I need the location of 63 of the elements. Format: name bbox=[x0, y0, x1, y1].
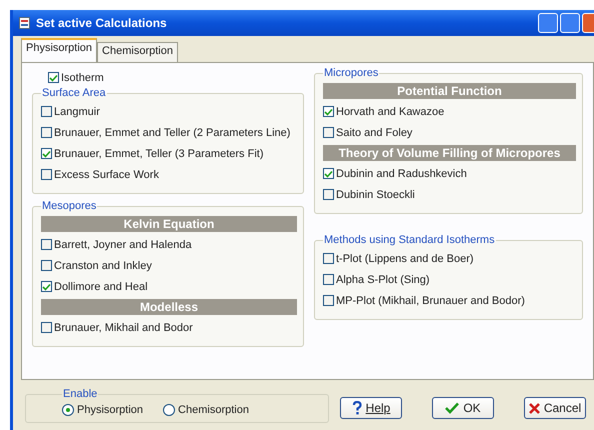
checkbox[interactable] bbox=[323, 189, 334, 200]
app-icon bbox=[19, 17, 30, 29]
checkbox-label[interactable]: t-Plot (Lippens and de Boer) bbox=[336, 252, 474, 264]
checkbox[interactable] bbox=[41, 260, 52, 271]
checkbox-label[interactable]: Isotherm bbox=[61, 72, 104, 84]
checkbox-label[interactable]: Langmuir bbox=[54, 106, 100, 118]
checkbox-label[interactable]: Cranston and Inkley bbox=[54, 260, 152, 272]
checkbox[interactable] bbox=[323, 106, 334, 117]
checkbox[interactable] bbox=[41, 127, 52, 138]
cross-icon bbox=[528, 402, 540, 414]
tab[interactable]: Chemisorption bbox=[97, 42, 178, 62]
checkbox-label[interactable]: Dollimore and Heal bbox=[54, 280, 148, 292]
section-header: Modelless bbox=[41, 299, 297, 315]
section-header: Kelvin Equation bbox=[41, 216, 297, 232]
radio-label[interactable]: Chemisorption bbox=[178, 404, 249, 416]
checkmark-icon bbox=[445, 402, 460, 414]
checkbox-label[interactable]: Dubinin and Radushkevich bbox=[336, 168, 467, 180]
radio-label[interactable]: Physisorption bbox=[77, 404, 144, 416]
group-title: Enable bbox=[62, 388, 98, 400]
group-title: Surface Area bbox=[41, 87, 107, 99]
group-title: Methods using Standard Isotherms bbox=[323, 234, 496, 246]
checkbox[interactable] bbox=[48, 72, 59, 83]
checkmark-icon bbox=[324, 170, 333, 178]
checkbox[interactable] bbox=[323, 274, 334, 285]
ok-button[interactable]: OK bbox=[432, 397, 494, 419]
checkbox-label[interactable]: Brunauer, Emmet, Teller (3 Parameters Fit) bbox=[54, 148, 264, 160]
checkmark-icon bbox=[324, 108, 333, 116]
checkbox[interactable] bbox=[41, 169, 52, 180]
group-title: Micropores bbox=[323, 67, 380, 79]
cancel-button[interactable]: Cancel bbox=[524, 397, 586, 419]
checkmark-icon bbox=[42, 282, 51, 290]
checkbox-label[interactable]: MP-Plot (Mikhail, Brunauer and Bodor) bbox=[336, 294, 525, 306]
checkbox[interactable] bbox=[41, 239, 52, 250]
checkbox[interactable] bbox=[41, 106, 52, 117]
section-header: Theory of Volume Filling of Micropores bbox=[323, 145, 576, 161]
radio-dot bbox=[66, 408, 70, 412]
checkbox-label[interactable]: Alpha S-Plot (Sing) bbox=[336, 274, 430, 286]
tab[interactable]: Physisorption bbox=[21, 38, 98, 62]
checkbox-label[interactable]: Excess Surface Work bbox=[54, 168, 159, 180]
checkbox[interactable] bbox=[323, 253, 334, 264]
checkbox-label[interactable]: Dubinin Stoeckli bbox=[336, 188, 415, 200]
group-title: Mesopores bbox=[41, 200, 98, 212]
checkbox[interactable] bbox=[41, 281, 52, 292]
checkbox-label[interactable]: Brunauer, Mikhail and Bodor bbox=[54, 322, 193, 334]
checkmark-icon bbox=[49, 74, 58, 82]
checkbox[interactable] bbox=[323, 127, 334, 138]
checkbox[interactable] bbox=[323, 295, 334, 306]
checkbox-label[interactable]: Saito and Foley bbox=[336, 126, 412, 138]
radio-button[interactable] bbox=[62, 404, 74, 416]
window-title: Set active Calculations bbox=[36, 16, 168, 30]
question-mark-icon bbox=[352, 401, 362, 415]
radio-button[interactable] bbox=[163, 404, 176, 416]
checkbox-label[interactable]: Horvath and Kawazoe bbox=[336, 106, 444, 118]
checkmark-icon bbox=[42, 150, 51, 158]
checkbox[interactable] bbox=[41, 148, 52, 159]
checkbox[interactable] bbox=[41, 322, 52, 333]
minimize-button[interactable] bbox=[538, 13, 558, 33]
maximize-button[interactable] bbox=[560, 13, 580, 33]
checkbox-label[interactable]: Barrett, Joyner and Halenda bbox=[54, 238, 192, 250]
section-header: Potential Function bbox=[323, 83, 576, 99]
checkbox-label[interactable]: Brunauer, Emmet and Teller (2 Parameters Line) bbox=[54, 126, 290, 138]
checkbox[interactable] bbox=[323, 168, 334, 179]
help-button[interactable]: Help bbox=[340, 397, 402, 419]
